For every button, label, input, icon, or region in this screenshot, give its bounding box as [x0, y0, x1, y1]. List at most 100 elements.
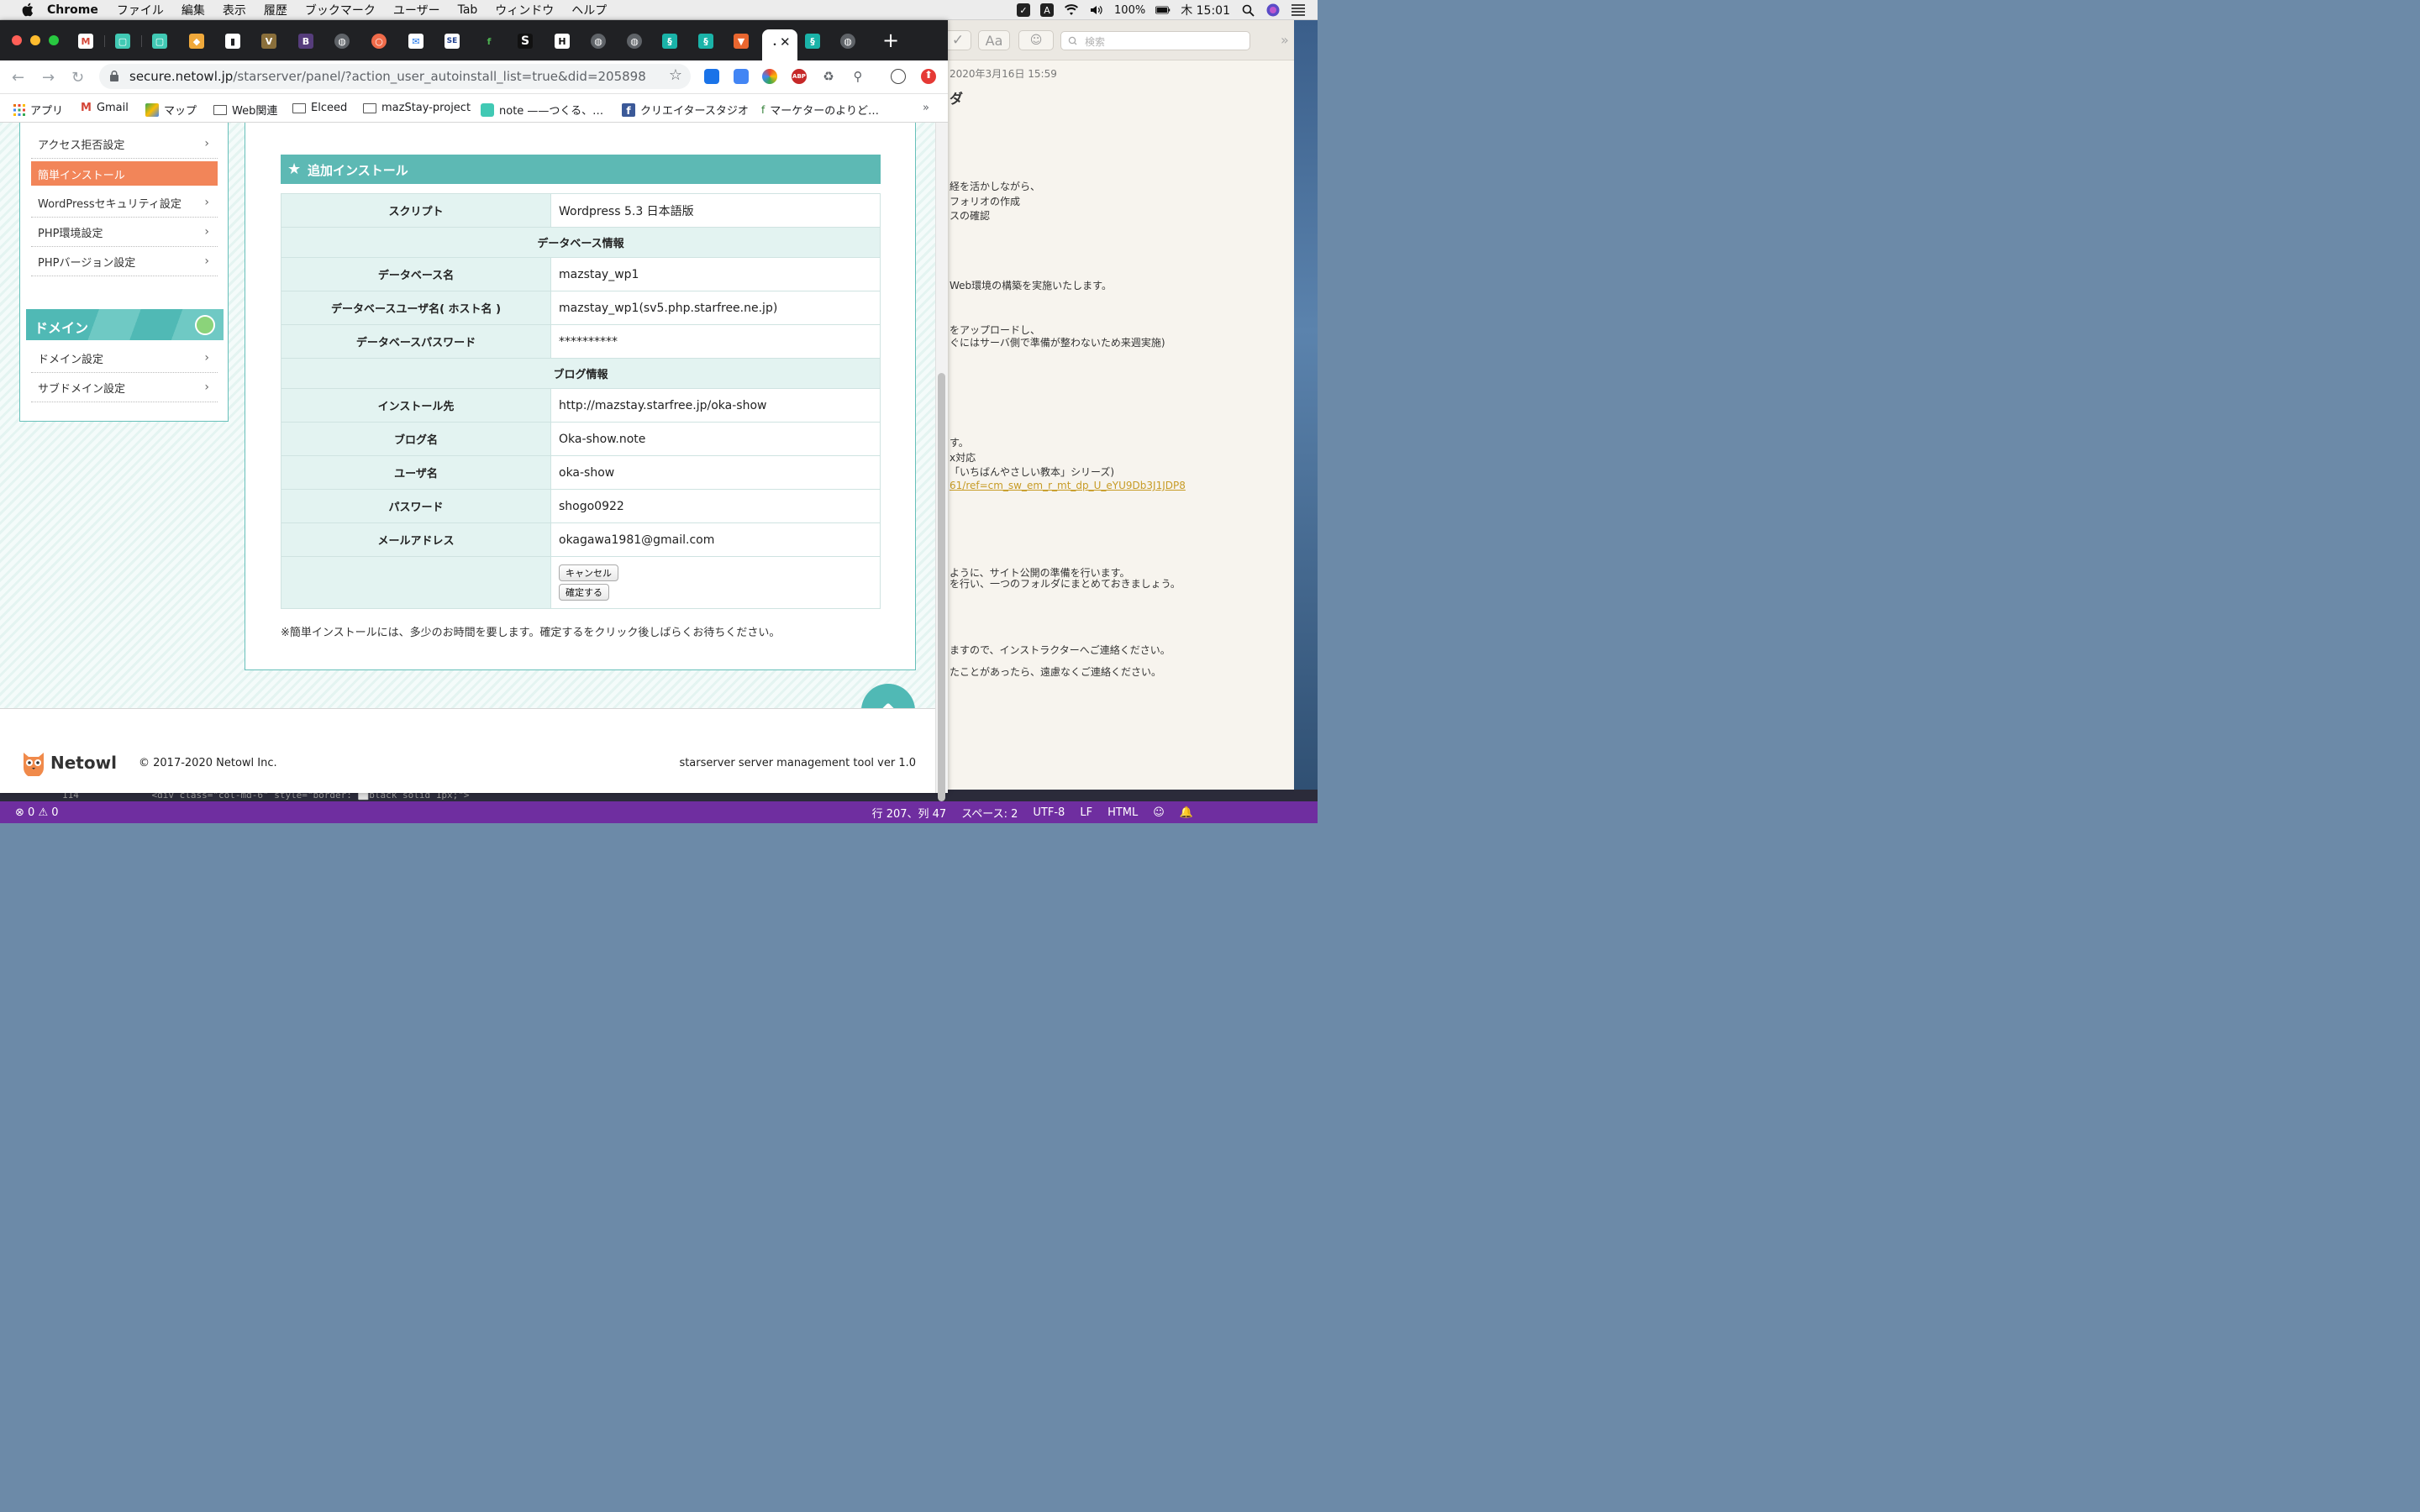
siri-icon[interactable]: [1265, 3, 1281, 17]
globe-tab-icon[interactable]: ◍: [627, 34, 642, 49]
bookmark-marketer[interactable]: f マーケターのよりど…: [761, 102, 879, 118]
zoom-window-button[interactable]: [49, 35, 59, 45]
menu-help[interactable]: ヘルプ: [571, 2, 607, 18]
checklist-icon[interactable]: ✓: [944, 30, 971, 50]
box-tab-icon[interactable]: ◆: [189, 34, 204, 49]
menu-users[interactable]: ユーザー: [393, 2, 440, 18]
netowl-tab-icon[interactable]: ▼: [734, 34, 749, 49]
bookmark-apps[interactable]: アプリ: [13, 102, 63, 118]
menu-history[interactable]: 履歴: [264, 2, 287, 18]
bookmark-folder-mazstay[interactable]: mazStay-project: [363, 102, 471, 114]
translate-icon[interactable]: [734, 69, 749, 84]
new-tab-icon[interactable]: +: [882, 29, 899, 52]
sidebar-item-wp-security[interactable]: WordPressセキュリティ設定 ›: [31, 188, 218, 218]
circle-tab-icon[interactable]: ○: [371, 34, 387, 49]
h-tab-icon[interactable]: H: [555, 34, 570, 49]
menu-window[interactable]: ウィンドウ: [495, 2, 554, 18]
sidebar-item-access-deny[interactable]: アクセス拒否設定 ›: [31, 129, 218, 159]
menu-app-name[interactable]: Chrome: [47, 3, 98, 17]
s-tab-icon[interactable]: S: [518, 34, 533, 49]
active-tab[interactable]: ・ ✕: [762, 29, 797, 60]
menu-edit[interactable]: 編集: [182, 2, 205, 18]
table-row: メールアドレス okagawa1981@gmail.com: [281, 522, 881, 557]
close-window-button[interactable]: [12, 35, 22, 45]
menu-file[interactable]: ファイル: [117, 2, 164, 18]
page-scrollbar-thumb[interactable]: [938, 373, 945, 801]
bookmark-folder-web[interactable]: Web関連: [213, 102, 277, 118]
bookmark-folder-elceed[interactable]: Elceed: [292, 102, 347, 114]
row-label: パスワード: [281, 489, 551, 523]
bookmark-maps[interactable]: マップ: [145, 102, 197, 118]
vivaldi-tab-icon[interactable]: V: [261, 34, 276, 49]
cancel-button[interactable]: キャンセル: [559, 564, 618, 581]
reload-icon[interactable]: ↻: [71, 69, 84, 87]
page-tab-icon[interactable]: f: [481, 34, 497, 49]
cursor-position[interactable]: 行 207、列 47: [872, 805, 947, 821]
color-picker-icon[interactable]: [762, 69, 777, 84]
toolbar: ← → ↻ secure.netowl.jp/starserver/panel/…: [0, 60, 948, 94]
note-link[interactable]: 61/ref=cm_sw_em_r_mt_dp_U_eYU9Db3J1JDP8: [950, 480, 1186, 491]
apple-icon[interactable]: [18, 2, 35, 18]
share-people-icon[interactable]: ☺: [1018, 30, 1054, 50]
netowl-logo[interactable]: Netowl: [20, 749, 117, 776]
spotlight-search-icon[interactable]: [1240, 3, 1255, 17]
format-button[interactable]: Aa: [978, 30, 1010, 50]
menubar-clock[interactable]: 木 15:01: [1181, 2, 1230, 18]
bookmark-star-icon[interactable]: ☆: [669, 66, 682, 84]
close-tab-icon[interactable]: ✕: [780, 34, 791, 50]
mail-tab-icon[interactable]: ✉: [408, 34, 424, 49]
globe-tab-icon[interactable]: ◍: [334, 34, 350, 49]
update-arrow-icon[interactable]: ⬆: [921, 69, 936, 84]
battery-icon[interactable]: [1155, 3, 1171, 17]
notification-center-icon[interactable]: [1291, 3, 1306, 17]
note-tab-icon[interactable]: ▢: [152, 34, 167, 49]
notifications-bell-icon[interactable]: 🔔: [1180, 806, 1193, 819]
eol[interactable]: LF: [1080, 806, 1092, 819]
sidebar-item-php-env[interactable]: PHP環境設定 ›: [31, 218, 218, 247]
minimize-window-button[interactable]: [30, 35, 40, 45]
checkmark-status-icon[interactable]: ✓: [1017, 3, 1031, 17]
gmail-tab-icon[interactable]: M: [78, 34, 93, 49]
address-bar[interactable]: secure.netowl.jp/starserver/panel/?actio…: [99, 64, 691, 89]
sidebar-item-easy-install[interactable]: 簡単インストール: [31, 161, 218, 186]
extension-icon[interactable]: [704, 69, 719, 84]
encoding[interactable]: UTF-8: [1033, 806, 1065, 819]
notes-search-input[interactable]: 検索: [1060, 31, 1250, 50]
wifi-icon[interactable]: [1064, 3, 1079, 17]
adblock-plus-icon[interactable]: ABP: [792, 69, 807, 84]
menu-bookmarks[interactable]: ブックマーク: [305, 2, 376, 18]
language-mode[interactable]: HTML: [1107, 806, 1138, 819]
profile-avatar[interactable]: [891, 69, 906, 84]
problems-indicator[interactable]: ⊗ 0 ⚠ 0: [15, 806, 59, 819]
feedback-icon[interactable]: ☺: [1153, 806, 1165, 819]
chevrons-right-icon[interactable]: »: [1281, 32, 1289, 48]
forward-arrow-icon[interactable]: →: [42, 69, 55, 87]
install-note: ※簡単インストールには、多少のお時間を要します。確定するをクリック後しばらくお待…: [281, 627, 781, 639]
book-tab-icon[interactable]: ▮: [225, 34, 240, 49]
recycle-icon[interactable]: ♻: [821, 69, 836, 84]
bookmark-creator-studio[interactable]: f クリエイタースタジオ: [622, 102, 749, 118]
confirm-button[interactable]: 確定する: [559, 584, 609, 601]
bootstrap-tab-icon[interactable]: B: [298, 34, 313, 49]
bookmark-gmail[interactable]: M Gmail: [81, 102, 129, 114]
row-label: データベースパスワード: [281, 324, 551, 359]
globe-tab-icon[interactable]: ◍: [840, 34, 855, 49]
bookmark-note[interactable]: note ——つくる、…: [481, 102, 603, 118]
sidebar-item-domain-settings[interactable]: ドメイン設定 ›: [31, 344, 218, 373]
globe-tab-icon[interactable]: ◍: [591, 34, 606, 49]
back-arrow-icon[interactable]: ←: [12, 69, 24, 87]
studio-tab-icon[interactable]: §: [662, 34, 677, 49]
studio-tab-icon[interactable]: §: [805, 34, 820, 49]
location-pin-icon[interactable]: ⚲: [850, 69, 865, 84]
indentation[interactable]: スペース: 2: [961, 805, 1018, 821]
sidebar-item-php-version[interactable]: PHPバージョン設定 ›: [31, 247, 218, 276]
se-tab-icon[interactable]: SE: [445, 34, 460, 49]
studio-tab-icon[interactable]: §: [698, 34, 713, 49]
volume-icon[interactable]: [1089, 3, 1104, 17]
input-method-icon[interactable]: A: [1040, 3, 1055, 17]
note-tab-icon[interactable]: ▢: [115, 34, 130, 49]
menu-view[interactable]: 表示: [223, 2, 246, 18]
menu-tab[interactable]: Tab: [458, 3, 478, 17]
sidebar-item-subdomain-settings[interactable]: サブドメイン設定 ›: [31, 373, 218, 402]
bookmarks-overflow-icon[interactable]: »: [923, 102, 929, 114]
